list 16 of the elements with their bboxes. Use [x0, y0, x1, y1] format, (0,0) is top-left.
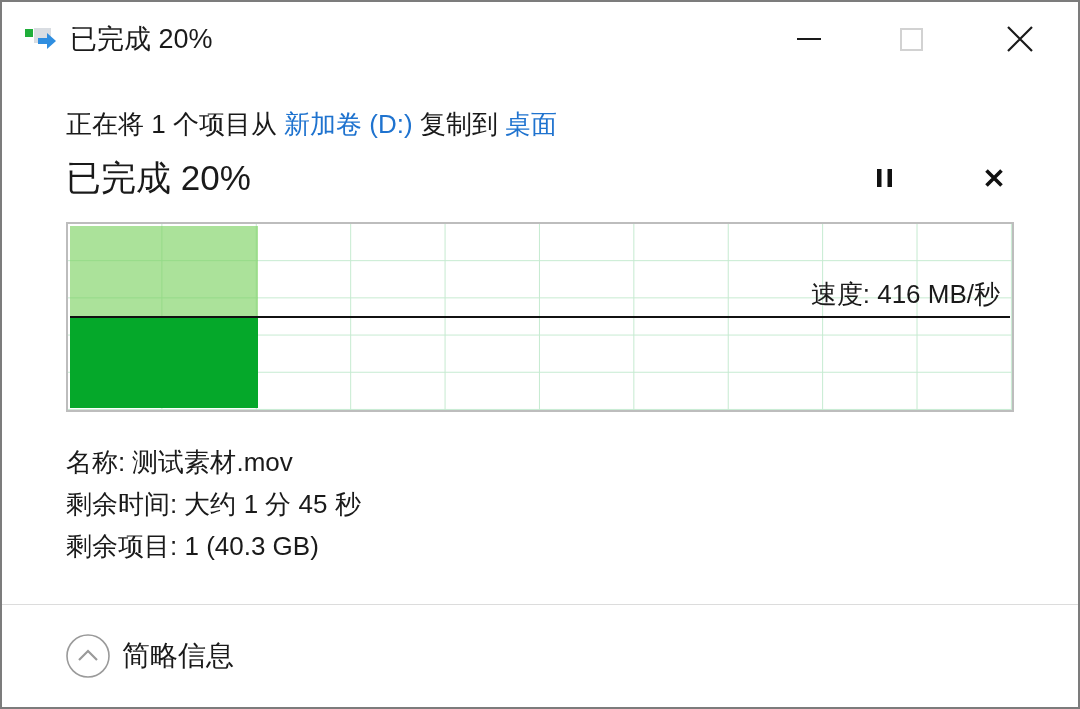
- detail-text: 剩余时间: 大约 1 分 45 秒: [66, 488, 362, 521]
- detail-text: 名称: 测试素材.mov: [66, 446, 294, 479]
- progress-heading: 已完成 20%: [66, 157, 251, 199]
- copy-summary-text: 正在将 1 个项目从 新加卷 (D:) 复制到 桌面: [66, 108, 559, 141]
- close-icon: [985, 169, 1003, 187]
- window-title: 已完成 20%: [70, 22, 213, 56]
- detail-text: 剩余项目: 1 (40.3 GB): [66, 530, 320, 563]
- close-icon: [1007, 26, 1033, 52]
- details-toggle-button[interactable]: 简略信息: [66, 634, 234, 678]
- pause-icon: [876, 169, 892, 187]
- location-link[interactable]: 桌面: [505, 109, 558, 139]
- file-transfer-icon: [25, 27, 57, 51]
- speed-label: 速度: 416 MB/秒: [810, 279, 1000, 309]
- location-link[interactable]: 新加卷 (D:): [284, 109, 413, 139]
- maximize-icon: [899, 27, 923, 51]
- minimize-icon: [797, 38, 821, 40]
